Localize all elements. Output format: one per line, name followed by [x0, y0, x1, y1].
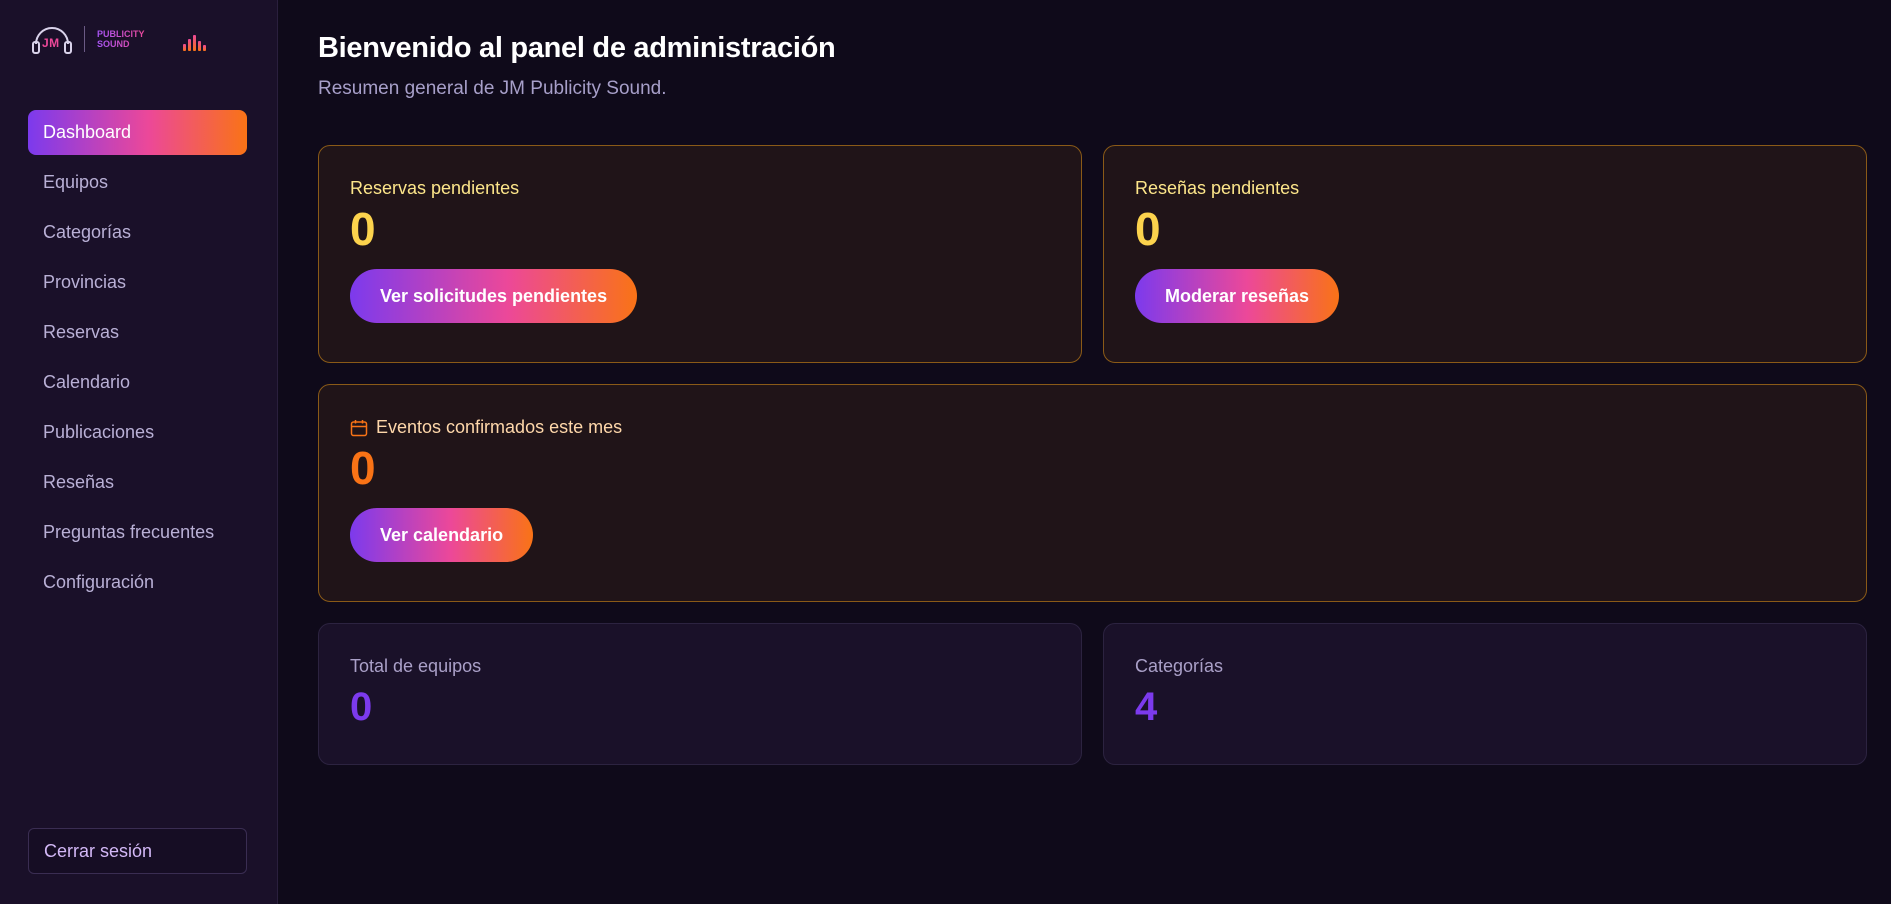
- sidebar-nav: Dashboard Equipos Categorías Provincias …: [28, 110, 247, 610]
- page-title: Bienvenido al panel de administración: [318, 32, 836, 64]
- sidebar-item-categorias[interactable]: Categorías: [28, 210, 247, 255]
- logo-wordmark: PUBLICITY SOUND: [97, 29, 145, 49]
- card-label: Total de equipos: [350, 656, 482, 676]
- categories-card: Categorías 4: [1103, 623, 1867, 765]
- sidebar-item-configuracion[interactable]: Configuración: [28, 560, 247, 605]
- card-value: 0: [350, 442, 376, 494]
- total-equipment-card: Total de equipos 0: [318, 623, 1082, 765]
- card-label-text: Eventos confirmados este mes: [376, 417, 623, 437]
- headphones-icon: JM: [32, 22, 72, 56]
- card-value: 0: [350, 685, 373, 729]
- card-value: 4: [1135, 685, 1158, 729]
- equalizer-icon: [182, 35, 206, 51]
- logo-line-2: SOUND: [97, 39, 130, 49]
- card-value: 0: [350, 203, 376, 255]
- sidebar-item-resenas[interactable]: Reseñas: [28, 460, 247, 505]
- calendar-icon: [350, 419, 368, 436]
- pending-bookings-card: Reservas pendientes 0 Ver solicitudes pe…: [318, 145, 1082, 363]
- card-value: 0: [1135, 203, 1161, 255]
- logo-line-1: PUBLICITY: [97, 29, 145, 39]
- logo[interactable]: JM PUBLICITY SOUND: [32, 22, 206, 56]
- card-label: Reservas pendientes: [350, 178, 520, 198]
- pending-reviews-card: Reseñas pendientes 0 Moderar reseñas: [1103, 145, 1867, 363]
- sidebar-item-reservas[interactable]: Reservas: [28, 310, 247, 355]
- sidebar-item-calendario[interactable]: Calendario: [28, 360, 247, 405]
- sidebar-item-dashboard[interactable]: Dashboard: [28, 110, 247, 155]
- moderate-reviews-button[interactable]: Moderar reseñas: [1135, 269, 1340, 323]
- logout-button[interactable]: Cerrar sesión: [28, 828, 247, 874]
- page-subtitle: Resumen general de JM Publicity Sound.: [318, 78, 667, 99]
- main-content: Bienvenido al panel de administración Re…: [278, 0, 1891, 904]
- confirmed-events-card: Eventos confirmados este mes 0 Ver calen…: [318, 384, 1867, 602]
- sidebar-item-publicaciones[interactable]: Publicaciones: [28, 410, 247, 455]
- app: JM PUBLICITY SOUND Dashboard Equipos Cat…: [0, 0, 1891, 904]
- card-label: Categorías: [1135, 656, 1224, 676]
- view-calendar-button[interactable]: Ver calendario: [350, 508, 534, 562]
- sidebar-item-provincias[interactable]: Provincias: [28, 260, 247, 305]
- sidebar-item-equipos[interactable]: Equipos: [28, 160, 247, 205]
- logo-mark-text: JM: [42, 36, 60, 50]
- sidebar-item-preguntas-frecuentes[interactable]: Preguntas frecuentes: [28, 510, 247, 555]
- card-label: Eventos confirmados este mes: [350, 417, 1835, 438]
- card-label: Reseñas pendientes: [1135, 178, 1300, 198]
- view-pending-requests-button[interactable]: Ver solicitudes pendientes: [350, 269, 638, 323]
- logo-divider: [84, 26, 85, 52]
- sidebar: JM PUBLICITY SOUND Dashboard Equipos Cat…: [0, 0, 278, 904]
